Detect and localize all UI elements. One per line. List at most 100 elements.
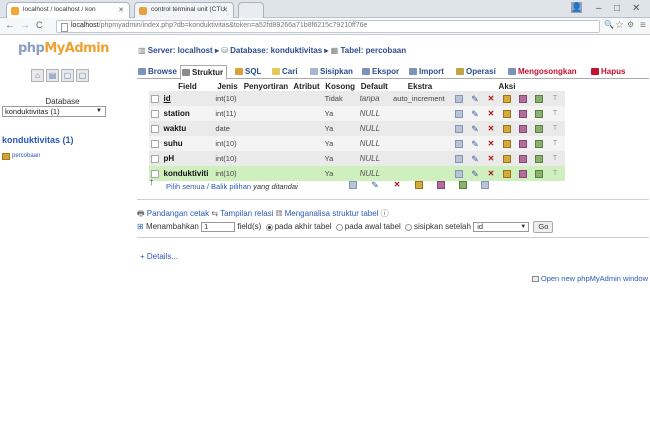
row-checkbox[interactable] — [151, 94, 159, 103]
browse-distinct-icon[interactable] — [455, 124, 463, 133]
breadcrumb-table[interactable]: Tabel: percobaan — [340, 46, 406, 55]
index-selected-icon[interactable] — [459, 181, 467, 189]
edit-icon[interactable]: ✎ — [471, 169, 479, 178]
tab-mengosongkan[interactable]: Mengosongkan — [507, 65, 580, 79]
unique-icon[interactable] — [519, 154, 527, 163]
close-window-icon[interactable]: ✕ — [632, 3, 640, 14]
database-select[interactable]: konduktivitas (1) ▼ — [2, 106, 106, 117]
url-input[interactable]: localhost/phpmyadmin/index.php?db=konduk… — [56, 20, 600, 33]
index-icon[interactable] — [535, 139, 543, 148]
browse-distinct-icon[interactable] — [455, 169, 463, 178]
fulltext-icon[interactable]: T — [551, 110, 559, 118]
back-icon[interactable]: ← — [5, 20, 15, 31]
browse-selected-icon[interactable] — [349, 181, 357, 189]
primary-key-icon[interactable] — [503, 109, 511, 118]
browser-tab-phpmyadmin[interactable]: localhost / localhost / kon ✕ — [6, 2, 130, 18]
unique-selected-icon[interactable] — [437, 181, 445, 189]
tab-hapus[interactable]: Hapus — [590, 65, 628, 79]
tab-sql[interactable]: SQL — [234, 65, 264, 79]
print-view-link[interactable]: Pandangan cetak — [147, 209, 209, 218]
at-start-radio[interactable] — [335, 223, 343, 231]
minimize-icon[interactable]: – — [596, 3, 602, 14]
unique-icon[interactable] — [519, 94, 527, 103]
fulltext-icon[interactable]: T — [551, 170, 559, 178]
unique-icon[interactable] — [519, 169, 527, 178]
index-icon[interactable] — [535, 124, 543, 133]
reload-icon[interactable]: C — [36, 20, 43, 30]
table-link-percobaan[interactable]: percobaan — [2, 153, 40, 160]
edit-icon[interactable]: ✎ — [471, 94, 479, 103]
drop-icon[interactable]: ✕ — [487, 139, 495, 148]
edit-icon[interactable]: ✎ — [471, 109, 479, 118]
field-count-input[interactable]: 1 — [201, 222, 236, 232]
edit-icon[interactable]: ✎ — [471, 139, 479, 148]
edit-icon[interactable]: ✎ — [471, 154, 479, 163]
at-end-radio[interactable] — [265, 223, 273, 231]
phpmyadmin-logo[interactable]: phpMyAdmin — [18, 41, 109, 56]
after-field-select[interactable]: id ▼ — [473, 222, 530, 232]
refresh-icon[interactable]: ▢ — [76, 69, 89, 82]
primary-key-icon[interactable] — [503, 154, 511, 163]
fulltext-icon[interactable]: T — [551, 125, 559, 133]
menu-icon[interactable]: ≡ — [640, 20, 646, 31]
zoom-icon[interactable]: 🔍 — [604, 20, 614, 29]
new-tab-button[interactable] — [238, 2, 264, 18]
tab-sisipkan[interactable]: Sisipkan — [309, 65, 356, 79]
open-new-window-link[interactable]: Open new phpMyAdmin window — [531, 274, 648, 283]
drop-icon[interactable]: ✕ — [487, 109, 495, 118]
row-checkbox[interactable] — [151, 139, 159, 148]
index-icon[interactable] — [535, 169, 543, 178]
drop-icon[interactable]: ✕ — [487, 124, 495, 133]
breadcrumb-database[interactable]: Database: konduktivitas — [230, 46, 322, 55]
browse-distinct-icon[interactable] — [455, 109, 463, 118]
forward-icon[interactable]: → — [20, 20, 30, 31]
details-link[interactable]: + Details... — [140, 252, 178, 261]
row-checkbox[interactable] — [151, 154, 159, 163]
edit-selected-icon[interactable]: ✎ — [371, 181, 379, 190]
index-icon[interactable] — [535, 94, 543, 103]
close-tab-icon[interactable]: ✕ — [118, 6, 124, 14]
relation-view-link[interactable]: Tampilan relasi — [220, 209, 273, 218]
primary-key-icon[interactable] — [503, 169, 511, 178]
primary-key-icon[interactable] — [503, 94, 511, 103]
drop-selected-icon[interactable]: ✕ — [393, 181, 401, 189]
unique-icon[interactable] — [519, 124, 527, 133]
sql-query-icon[interactable]: ▤ — [46, 69, 59, 82]
row-checkbox[interactable] — [151, 124, 159, 133]
browse-distinct-icon[interactable] — [455, 154, 463, 163]
fulltext-icon[interactable]: T — [551, 155, 559, 163]
fulltext-icon[interactable]: T — [551, 95, 559, 103]
after-radio[interactable] — [405, 223, 413, 231]
home-icon[interactable]: ⌂ — [31, 69, 44, 82]
browse-distinct-icon[interactable] — [455, 94, 463, 103]
unique-icon[interactable] — [519, 109, 527, 118]
close-tab-icon[interactable]: ✕ — [222, 6, 228, 14]
star-icon[interactable]: ☆ — [615, 20, 624, 31]
docs-icon[interactable]: ▢ — [61, 69, 74, 82]
index-icon[interactable] — [535, 154, 543, 163]
browser-tab-ctu[interactable]: control terminal unit (CTU ✕ — [134, 2, 234, 18]
profile-icon[interactable]: 👤 — [571, 2, 582, 13]
go-button[interactable]: Go — [533, 221, 554, 233]
help-icon[interactable]: ⓘ — [381, 209, 389, 218]
tab-ekspor[interactable]: Ekspor — [361, 65, 402, 79]
unique-icon[interactable] — [519, 139, 527, 148]
drop-icon[interactable]: ✕ — [487, 94, 495, 103]
analyze-link[interactable]: Menganalisa struktur tabel — [285, 209, 379, 218]
tab-operasi[interactable]: Operasi — [455, 65, 499, 79]
tab-import[interactable]: Import — [408, 65, 447, 79]
browse-distinct-icon[interactable] — [455, 139, 463, 148]
fulltext-icon[interactable]: T — [551, 140, 559, 148]
primary-key-icon[interactable] — [503, 139, 511, 148]
drop-icon[interactable]: ✕ — [487, 154, 495, 163]
extension-icon[interactable]: ⚙ — [627, 20, 634, 29]
drop-icon[interactable]: ✕ — [487, 169, 495, 178]
database-title-link[interactable]: konduktivitas (1) — [2, 135, 74, 145]
index-icon[interactable] — [535, 109, 543, 118]
select-all-link[interactable]: Pilih semua / Balik pilihan yang ditanda… — [166, 182, 298, 191]
primary-selected-icon[interactable] — [415, 181, 423, 189]
fulltext-selected-icon[interactable] — [481, 181, 489, 189]
edit-icon[interactable]: ✎ — [471, 124, 479, 133]
primary-key-icon[interactable] — [503, 124, 511, 133]
tab-cari[interactable]: Cari — [271, 65, 301, 79]
